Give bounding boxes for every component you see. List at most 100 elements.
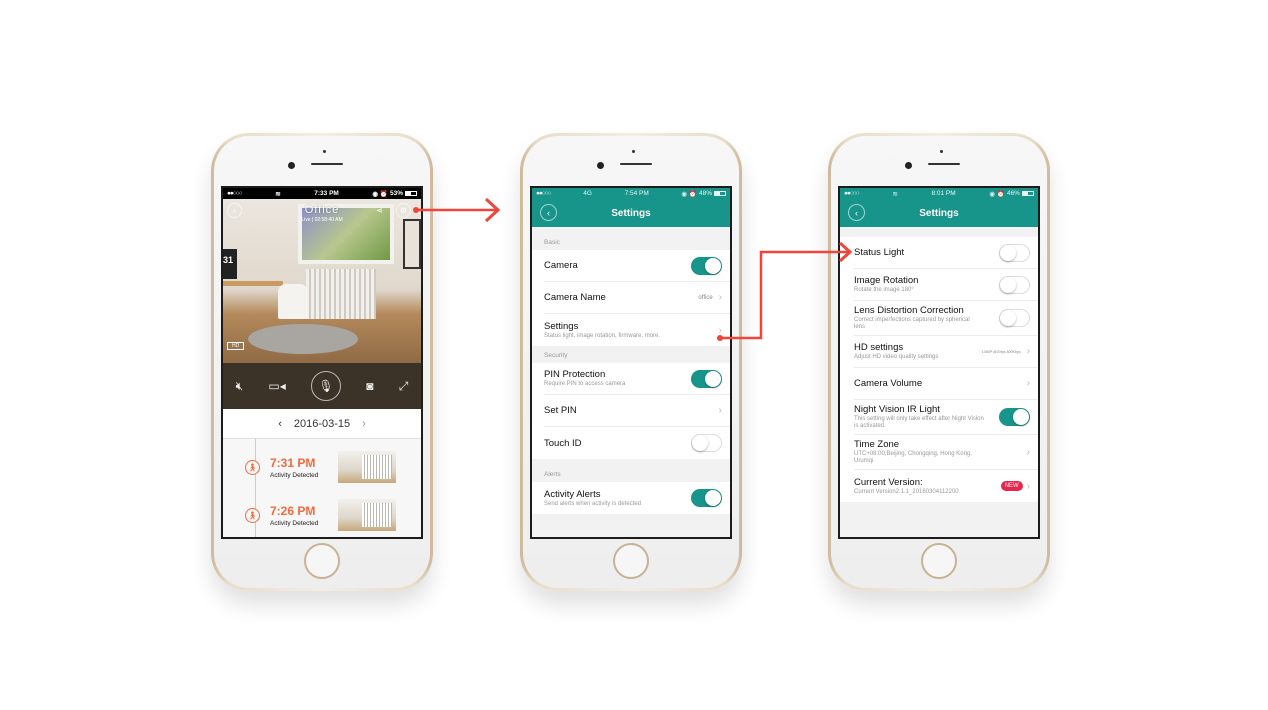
feed-picture	[403, 219, 421, 269]
row-subtitle: Send alerts when activity is detected	[544, 500, 642, 507]
image-rotation-toggle[interactable]	[999, 275, 1030, 294]
proximity-sensor	[323, 150, 326, 153]
camera-toggle[interactable]	[691, 256, 722, 275]
back-button[interactable]: ‹	[540, 204, 557, 221]
row-title: Lens Distortion Correction	[854, 305, 964, 316]
row-title: Image Rotation	[854, 275, 919, 286]
row-title: Camera	[544, 260, 578, 271]
proximity-sensor	[940, 150, 943, 153]
night-vision-toggle[interactable]	[999, 408, 1030, 426]
record-video-icon[interactable]: ▭◂	[268, 379, 285, 393]
page-title: Settings	[611, 207, 651, 219]
next-date-button[interactable]: ›	[362, 418, 366, 430]
share-button[interactable]: ⋖	[372, 203, 387, 218]
row-hd-settings[interactable]: HD settings Adjust HD video quality sett…	[854, 336, 1038, 368]
event-time: 7:31 PM	[270, 455, 316, 470]
row-camera-volume[interactable]: Camera Volume ›	[854, 368, 1038, 400]
list-item[interactable]: 🚶︎ 7:31 PM Activity Detected	[245, 439, 421, 487]
front-camera	[597, 162, 604, 169]
row-subtitle: Adjust HD video quality settings	[854, 354, 939, 360]
live-view-screen: ●●○○○ ≋ 7:33 PM ◉ ⏰ 53% 31 ‹ Office Live …	[221, 186, 423, 539]
nav-bar: ‹ Settings	[532, 199, 730, 227]
row-title: Night Vision IR Light	[854, 404, 940, 415]
network-type: 4G	[583, 190, 592, 197]
event-thumbnail[interactable]	[338, 499, 396, 531]
signal-strength: ●●○○○	[536, 190, 552, 197]
toggle-knob	[1000, 244, 1016, 261]
event-label: Activity Detected	[270, 471, 319, 479]
event-thumbnail[interactable]	[338, 451, 396, 483]
row-activity-alerts: Activity Alerts Send alerts when activit…	[544, 482, 730, 514]
fullscreen-icon[interactable]: ⤢	[399, 379, 409, 394]
row-camera-name[interactable]: Camera Name office ›	[544, 282, 730, 314]
wifi-icon: ≋	[275, 190, 281, 198]
back-button[interactable]: ‹	[848, 204, 865, 221]
row-subtitle: This setting will only take effect after…	[854, 416, 984, 429]
battery-percent: 53%	[389, 190, 403, 197]
row-title: Status Light	[854, 247, 905, 258]
snapshot-icon[interactable]: ◙	[366, 379, 373, 393]
camera-name-value: office	[698, 294, 713, 301]
home-button[interactable]	[613, 543, 649, 579]
row-title: Camera Volume	[854, 378, 923, 389]
battery-percent: 48%	[698, 190, 712, 197]
battery-percent: 46%	[1006, 190, 1020, 197]
current-date: 2016-03-15	[293, 417, 351, 430]
status-time: 7:54 PM	[624, 190, 649, 197]
camera-controls: 🔇︎ ▭◂ 🎙︎ ◙ ⤢	[223, 363, 421, 409]
lens-distortion-toggle[interactable]	[999, 309, 1030, 327]
list-item[interactable]: 🚶︎ 7:26 PM Activity Detected	[245, 487, 421, 535]
hd-quality-badge[interactable]: HD	[227, 342, 245, 350]
signal-strength: ●●○○○	[844, 190, 860, 197]
row-subtitle: Correct imperfections captured by spheri…	[854, 317, 970, 330]
settings-button[interactable]: ⚙	[396, 203, 411, 218]
row-image-rotation: Image Rotation Rotate the image 180°	[854, 269, 1038, 301]
chevron-left-icon: ‹	[547, 207, 550, 218]
new-version-badge: NEW	[1000, 481, 1023, 491]
page-title: Settings	[919, 207, 959, 219]
feed-desk	[223, 281, 283, 286]
earpiece-speaker	[620, 163, 652, 165]
row-title: Settings	[544, 320, 579, 332]
event-time: 7:26 PM	[270, 503, 316, 518]
chevron-right-icon: ›	[1026, 346, 1030, 357]
pin-protection-toggle[interactable]	[691, 369, 722, 388]
phone-frame-live-view: ●●○○○ ≋ 7:33 PM ◉ ⏰ 53% 31 ‹ Office Live …	[211, 133, 433, 591]
toggle-knob	[1000, 276, 1016, 293]
mute-icon[interactable]: 🔇︎	[236, 379, 244, 394]
toggle-knob	[705, 370, 721, 387]
share-icon: ⋖	[376, 206, 383, 215]
microphone-icon: 🎙︎	[318, 379, 334, 393]
camera-live-timestamp: Live | 02:58:40 AM	[301, 217, 343, 223]
toggle-knob	[692, 435, 708, 451]
touch-id-toggle[interactable]	[691, 434, 722, 452]
feed-chair	[278, 284, 308, 319]
front-camera	[905, 162, 912, 169]
home-button[interactable]	[921, 543, 957, 579]
row-title: Camera Name	[544, 292, 606, 303]
date-navigator: ‹ 2016-03-15 ›	[223, 409, 421, 439]
home-button[interactable]	[304, 543, 340, 579]
row-subtitle: UTC+08:00,Beijing, Chongqing, Hong Kong,…	[854, 451, 972, 464]
status-light-toggle[interactable]	[999, 243, 1030, 262]
battery-icon	[405, 191, 417, 196]
alarm-icon: ◉ ⏰	[372, 190, 388, 198]
row-set-pin[interactable]: Set PIN ›	[544, 395, 730, 427]
camera-feed[interactable]: 31 ‹ Office Live | 02:58:40 AM ⋖ ⚙ HD	[223, 199, 421, 363]
prev-date-button[interactable]: ‹	[278, 418, 282, 430]
row-subtitle: Require PIN to access camera	[544, 381, 626, 387]
row-current-version[interactable]: Current Version: Current Version2.1.1_20…	[854, 470, 1038, 502]
row-settings[interactable]: Settings Status light, image rotation, f…	[544, 314, 730, 346]
status-time: 8:01 PM	[931, 190, 956, 197]
row-title: Touch ID	[544, 437, 582, 449]
talk-button[interactable]: 🎙︎	[311, 371, 342, 401]
feed-rug	[248, 324, 358, 354]
row-time-zone[interactable]: Time Zone UTC+08:00,Beijing, Chongqing, …	[854, 435, 1038, 470]
header: ●●○○○ ≋ 8:01 PM ◉ ⏰ 46% ‹ Settings	[840, 188, 1038, 227]
row-night-vision: Night Vision IR Light This setting will …	[854, 400, 1038, 435]
row-subtitle: Status light, image rotation, firmware, …	[544, 332, 661, 339]
row-pin-protection: PIN Protection Require PIN to access cam…	[544, 363, 730, 395]
alarm-icon: ◉ ⏰	[681, 190, 697, 198]
signal-strength: ●●○○○	[227, 190, 243, 197]
activity-alerts-toggle[interactable]	[691, 489, 722, 507]
